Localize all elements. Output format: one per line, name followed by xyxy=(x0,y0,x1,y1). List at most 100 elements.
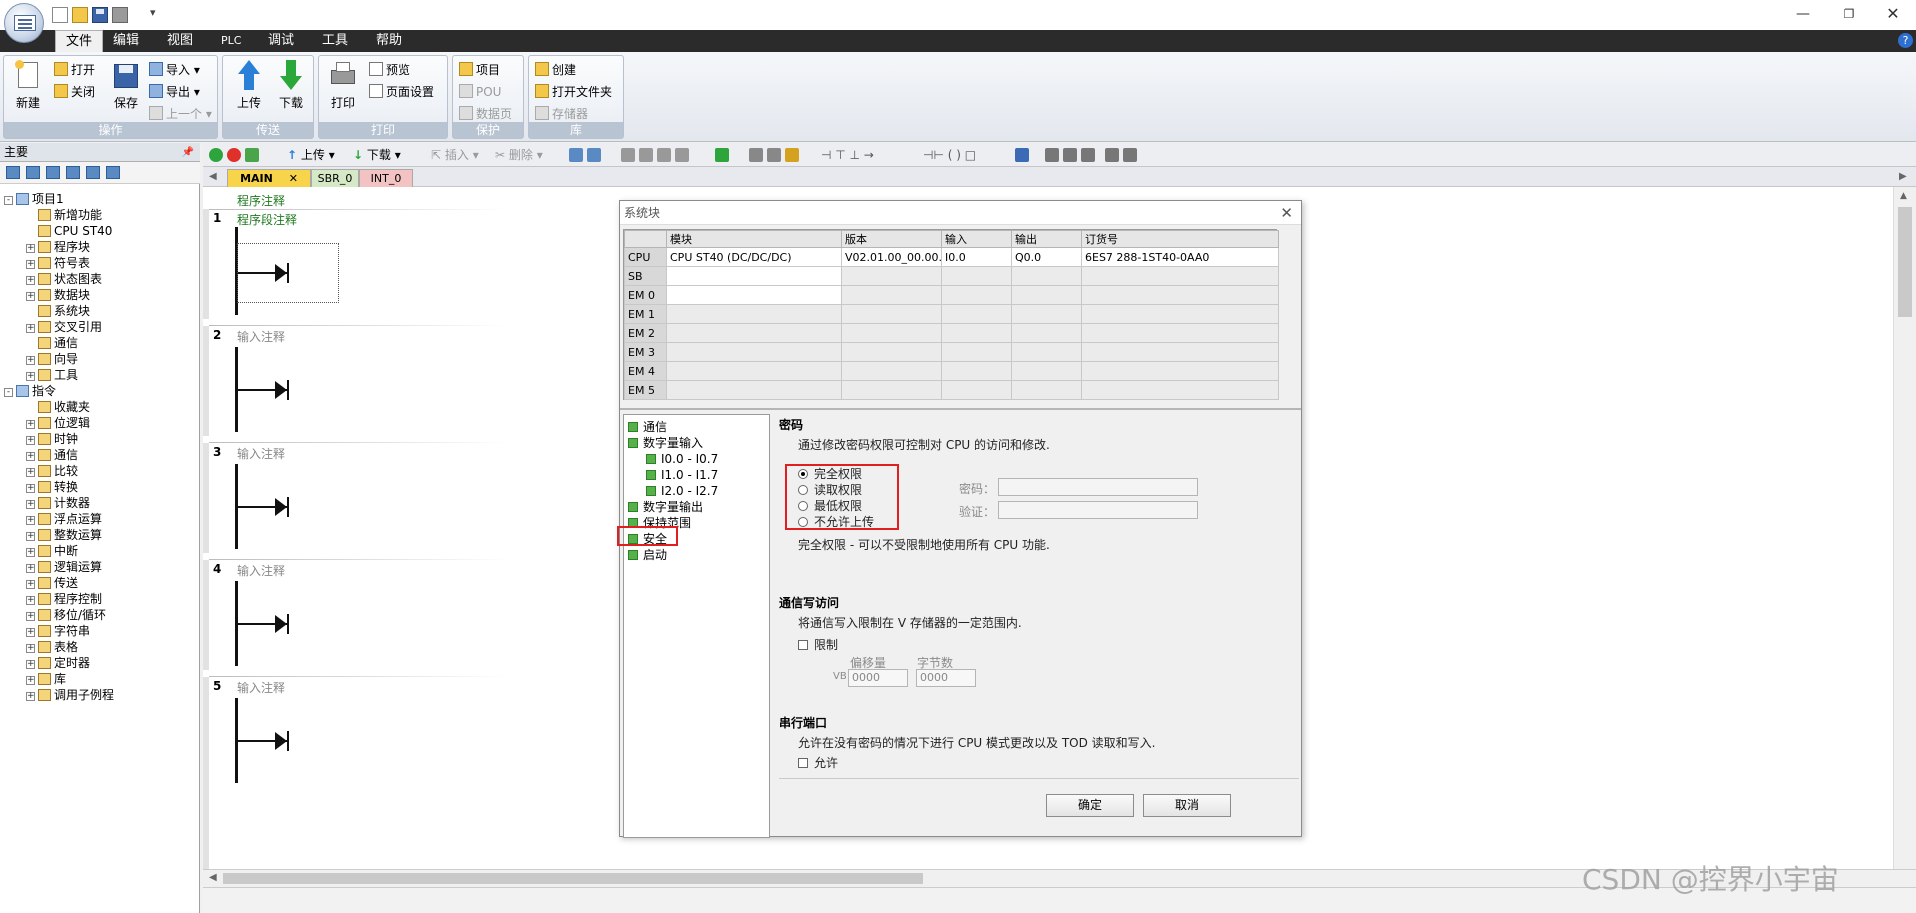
tree-item[interactable]: + 定时器 xyxy=(4,655,198,671)
radio-minimum-permission[interactable]: 最低权限 xyxy=(798,497,862,514)
table-row[interactable]: EM 4 xyxy=(624,361,1279,381)
toolbar-icon[interactable] xyxy=(1123,148,1137,162)
radio-read-permission[interactable]: 读取权限 xyxy=(798,481,862,498)
tree-item[interactable]: + 通信 xyxy=(4,447,198,463)
menu-file[interactable]: 文件 xyxy=(55,30,104,52)
table-cell[interactable] xyxy=(941,361,1012,381)
toolbar-icon[interactable] xyxy=(639,148,653,162)
toolbar-icon[interactable] xyxy=(1105,148,1119,162)
open-button[interactable]: 打开 xyxy=(54,60,95,80)
restrict-checkbox[interactable]: 限制 xyxy=(798,636,838,653)
config-tree-item[interactable]: I2.0 - I2.7 xyxy=(624,483,769,499)
expand-icon[interactable]: + xyxy=(26,244,35,253)
toolbar-delete-button[interactable]: ✂ 删除 ▾ xyxy=(495,147,543,163)
tree-item[interactable]: 收藏夹 xyxy=(4,399,198,415)
toolbar-icon[interactable] xyxy=(1081,148,1095,162)
quick-access-more-icon[interactable]: ▾ xyxy=(150,6,156,19)
expand-icon[interactable]: + xyxy=(26,548,35,557)
import-button[interactable]: 导入 ▾ xyxy=(149,60,200,80)
tab-scroll-left-icon[interactable]: ◀ xyxy=(209,171,217,182)
save-button[interactable]: 保存 xyxy=(108,60,144,111)
table-cell[interactable] xyxy=(1081,342,1279,362)
protect-datapage-button[interactable]: 数据页 xyxy=(459,104,512,124)
quick-save-icon[interactable] xyxy=(92,7,108,23)
table-cell[interactable] xyxy=(841,304,942,324)
tree-tool-icon[interactable] xyxy=(106,166,120,179)
expand-icon[interactable]: + xyxy=(26,452,35,461)
expand-icon[interactable]: + xyxy=(26,532,35,541)
tree-tool-icon[interactable] xyxy=(26,166,40,179)
tree-item[interactable]: + 计数器 xyxy=(4,495,198,511)
tree-item[interactable]: + 位逻辑 xyxy=(4,415,198,431)
compile-icon[interactable] xyxy=(245,148,259,162)
menu-edit[interactable]: 编辑 xyxy=(103,30,149,52)
menu-view[interactable]: 视图 xyxy=(157,30,203,52)
toolbar-icon[interactable] xyxy=(767,148,781,162)
coil-tools-icon[interactable]: ⊣⊢ ( ) □ xyxy=(923,147,976,163)
expand-icon[interactable]: + xyxy=(26,596,35,605)
expand-icon[interactable]: + xyxy=(26,692,35,701)
rung-comment[interactable]: 输入注释 xyxy=(237,679,285,696)
table-cell[interactable] xyxy=(666,285,842,305)
config-tree-item[interactable]: 启动 xyxy=(624,547,769,563)
tree-item[interactable]: 系统块 xyxy=(4,303,198,319)
toolbar-icon[interactable] xyxy=(1045,148,1059,162)
table-cell[interactable] xyxy=(1011,342,1082,362)
tree-tool-icon[interactable] xyxy=(66,166,80,179)
table-row[interactable]: CPU CPU ST40 (DC/DC/DC) V02.01.00_00.00...… xyxy=(624,247,1279,267)
table-cell[interactable] xyxy=(666,342,842,362)
tree-item[interactable]: CPU ST40 xyxy=(4,223,198,239)
stop-icon[interactable] xyxy=(227,148,241,162)
minimize-button[interactable]: — xyxy=(1780,0,1826,30)
tree-item[interactable]: + 程序块 xyxy=(4,239,198,255)
menu-debug[interactable]: 调试 xyxy=(258,30,304,52)
expand-icon[interactable]: + xyxy=(26,580,35,589)
tree-item[interactable]: 新增功能 xyxy=(4,207,198,223)
pin-icon[interactable]: 📌 xyxy=(182,143,194,162)
expand-icon[interactable]: + xyxy=(26,468,35,477)
export-button[interactable]: 导出 ▾ xyxy=(149,82,200,102)
program-comment[interactable]: 程序注释 xyxy=(237,192,285,209)
tree-item[interactable]: + 库 xyxy=(4,671,198,687)
table-cell[interactable] xyxy=(941,285,1012,305)
vertical-scroll-thumb[interactable] xyxy=(1898,207,1912,317)
tree-item[interactable]: + 整数运算 xyxy=(4,527,198,543)
table-cell[interactable]: V02.01.00_00.00... xyxy=(841,247,942,267)
tree-item[interactable]: + 交叉引用 xyxy=(4,319,198,335)
table-cell[interactable] xyxy=(666,304,842,324)
tab-int0[interactable]: INT_0 xyxy=(359,169,413,187)
toolbar-download-button[interactable]: ↓ 下载 ▾ xyxy=(353,147,401,163)
offset-spinner[interactable]: 0000 xyxy=(848,669,908,687)
memory-button[interactable]: 存储器 xyxy=(535,104,588,124)
tree-item[interactable]: - 指令 xyxy=(4,383,198,399)
radio-button[interactable] xyxy=(798,469,808,479)
table-row[interactable]: EM 2 xyxy=(624,323,1279,343)
upload-button[interactable]: 上传 xyxy=(231,60,267,111)
tree-item[interactable]: + 调用子例程 xyxy=(4,687,198,703)
config-tree-item[interactable]: I0.0 - I0.7 xyxy=(624,451,769,467)
tree-item[interactable]: + 传送 xyxy=(4,575,198,591)
table-cell[interactable] xyxy=(941,323,1012,343)
restore-button[interactable]: ❐ xyxy=(1826,0,1872,30)
table-cell[interactable] xyxy=(941,342,1012,362)
quick-print-icon[interactable] xyxy=(112,7,128,23)
config-tree-item[interactable]: I1.0 - I1.7 xyxy=(624,467,769,483)
tab-scroll-right-icon[interactable]: ▶ xyxy=(1899,171,1907,182)
toolbar-icon[interactable] xyxy=(1015,148,1029,162)
table-cell[interactable] xyxy=(666,266,842,286)
radio-full-permission[interactable]: 完全权限 xyxy=(798,465,862,482)
expand-icon[interactable]: + xyxy=(26,276,35,285)
table-cell[interactable]: 6ES7 288-1ST40-0AA0 xyxy=(1081,247,1279,267)
protect-project-button[interactable]: 项目 xyxy=(459,60,500,80)
quick-open-icon[interactable] xyxy=(72,7,88,23)
expand-icon[interactable]: + xyxy=(26,356,35,365)
close-window-button[interactable]: ✕ xyxy=(1870,0,1916,30)
protect-pou-button[interactable]: POU xyxy=(459,82,501,102)
toolbar-icon[interactable] xyxy=(1063,148,1077,162)
tree-item[interactable]: + 符号表 xyxy=(4,255,198,271)
tree-item[interactable]: + 移位/循环 xyxy=(4,607,198,623)
tab-main[interactable]: MAIN ✕ xyxy=(227,169,311,187)
expand-icon[interactable]: + xyxy=(26,628,35,637)
tree-item[interactable]: + 字符串 xyxy=(4,623,198,639)
config-tree-item[interactable]: 数字量输入 xyxy=(624,435,769,451)
